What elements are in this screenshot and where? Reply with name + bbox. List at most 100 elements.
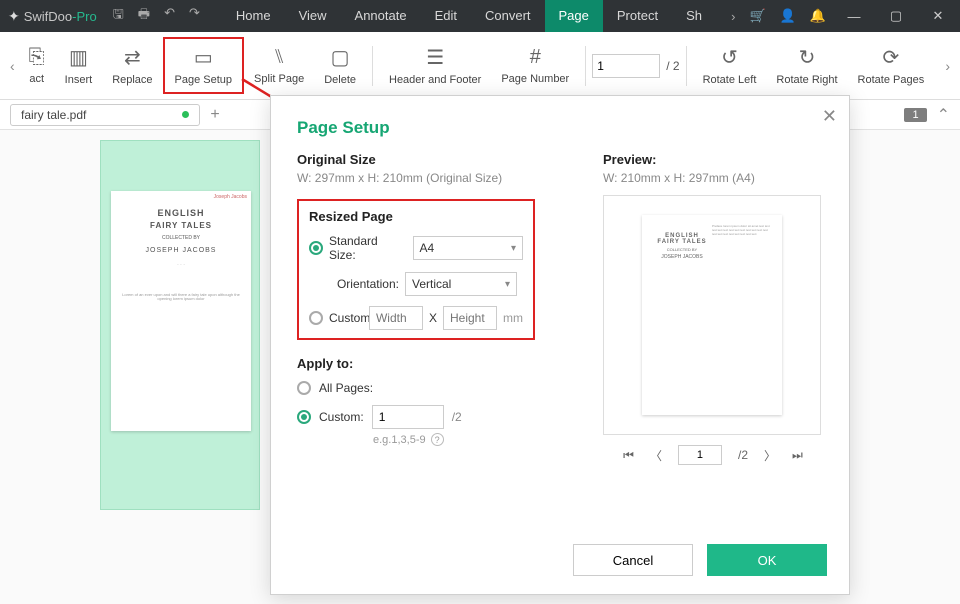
preview-page-total: /2 xyxy=(738,448,748,462)
custom-pages-input[interactable] xyxy=(372,405,444,429)
preview-nav: ⏮ 〈 /2 〉 ⏭ xyxy=(603,445,823,465)
file-tab[interactable]: fairy tale.pdf xyxy=(10,104,200,126)
rotate-right-button[interactable]: ↻Rotate Right xyxy=(766,39,847,92)
dimension-x: X xyxy=(429,311,437,325)
standard-size-label: Standard Size: xyxy=(329,234,407,262)
page-number-button[interactable]: #Page Number xyxy=(491,40,579,91)
rotate-left-button[interactable]: ↺Rotate Left xyxy=(693,39,767,92)
all-pages-label: All Pages: xyxy=(319,381,373,395)
preview-page: ENGLISH FAIRY TALES COLLECTED BY JOSEPH … xyxy=(642,215,782,415)
pages-hint: e.g.1,3,5-9 ? xyxy=(373,433,573,446)
preview-box: ENGLISH FAIRY TALES COLLECTED BY JOSEPH … xyxy=(603,195,821,435)
menu-share[interactable]: Sh xyxy=(672,0,716,32)
brand-text-1: SwifDoo xyxy=(24,9,72,24)
chevron-right-icon[interactable]: › xyxy=(731,9,735,24)
chevron-down-icon: ▾ xyxy=(511,243,516,254)
user-icon[interactable]: 👤 xyxy=(780,8,796,24)
menu-page[interactable]: Page xyxy=(545,0,603,32)
page-setup-button[interactable]: ▭Page Setup xyxy=(163,37,245,94)
page-number-icon: # xyxy=(530,46,541,69)
custom-height-input[interactable] xyxy=(443,306,497,330)
standard-size-select[interactable]: A4▾ xyxy=(413,236,524,260)
brand-text-2: -Pro xyxy=(72,9,97,24)
page-input[interactable] xyxy=(592,54,660,78)
page-badge: 1 xyxy=(904,108,926,122)
custom-size-label: Custom: xyxy=(329,311,363,325)
page-setup-dialog: ✕ Page Setup Original Size W: 297mm x H:… xyxy=(270,95,850,595)
print-icon[interactable]: 🖶 xyxy=(138,5,150,27)
add-tab-button[interactable]: + xyxy=(210,106,219,124)
menu-edit[interactable]: Edit xyxy=(421,0,471,32)
menu-home[interactable]: Home xyxy=(222,0,285,32)
custom-pages-total: /2 xyxy=(452,410,462,424)
page-thumbnail: Joseph Jacobs ENGLISH FAIRY TALES COLLEC… xyxy=(111,191,251,431)
menu-convert[interactable]: Convert xyxy=(471,0,545,32)
undo-icon[interactable]: ↶ xyxy=(164,5,175,27)
resized-page-heading: Resized Page xyxy=(309,209,523,224)
ribbon-next-icon[interactable]: › xyxy=(941,58,954,74)
app-logo: ✦ SwifDoo-Pro xyxy=(0,8,103,25)
orientation-select[interactable]: Vertical▾ xyxy=(405,272,517,296)
custom-size-radio[interactable] xyxy=(309,311,323,325)
first-page-icon[interactable]: ⏮ xyxy=(623,448,634,463)
titlebar: ✦ SwifDoo-Pro 🖫 🖶 ↶ ↷ Home View Annotate… xyxy=(0,0,960,32)
extract-icon: ⎘ xyxy=(29,46,45,69)
rotate-right-icon: ↻ xyxy=(799,45,816,70)
preview-heading: Preview: xyxy=(603,152,823,167)
standard-size-radio[interactable] xyxy=(309,241,323,255)
menu-annotate[interactable]: Annotate xyxy=(341,0,421,32)
replace-icon: ⇄ xyxy=(124,45,141,70)
replace-button[interactable]: ⇄Replace xyxy=(102,39,162,92)
minimize-button[interactable]: — xyxy=(840,9,868,24)
custom-pages-radio[interactable] xyxy=(297,410,311,424)
page-thumbnail-wrap[interactable]: Joseph Jacobs ENGLISH FAIRY TALES COLLEC… xyxy=(100,140,260,510)
redo-icon[interactable]: ↷ xyxy=(189,5,200,27)
split-page-button[interactable]: ⑊Split Page xyxy=(244,40,314,91)
delete-button[interactable]: ▢Delete xyxy=(314,39,366,92)
prev-page-icon[interactable]: 〈 xyxy=(650,447,662,464)
close-button[interactable]: ✕ xyxy=(924,8,952,24)
main-menu: Home View Annotate Edit Convert Page Pro… xyxy=(222,0,716,32)
next-page-icon[interactable]: 〉 xyxy=(764,447,776,464)
preview-size-value: W: 210mm x H: 297mm (A4) xyxy=(603,171,823,185)
insert-icon: ▥ xyxy=(69,45,88,70)
ok-button[interactable]: OK xyxy=(707,544,827,576)
help-icon[interactable]: ? xyxy=(431,433,444,446)
orientation-label: Orientation: xyxy=(329,277,399,291)
all-pages-radio[interactable] xyxy=(297,381,311,395)
resized-page-section: Resized Page Standard Size: A4▾ Orientat… xyxy=(297,199,535,340)
header-footer-button[interactable]: ☰Header and Footer xyxy=(379,39,491,92)
tabs-up-icon[interactable]: ⌃ xyxy=(937,105,950,125)
dialog-title: Page Setup xyxy=(297,118,823,138)
menu-view[interactable]: View xyxy=(285,0,341,32)
rotate-left-icon: ↺ xyxy=(721,45,738,70)
preview-page-input[interactable] xyxy=(678,445,722,465)
delete-icon: ▢ xyxy=(331,45,350,70)
cancel-button[interactable]: Cancel xyxy=(573,544,693,576)
insert-button[interactable]: ▥Insert xyxy=(55,39,103,92)
original-size-value: W: 297mm x H: 210mm (Original Size) xyxy=(297,171,573,185)
last-page-icon[interactable]: ⏭ xyxy=(792,448,803,463)
header-footer-icon: ☰ xyxy=(426,45,444,70)
rotate-pages-icon: ⟳ xyxy=(882,45,899,70)
maximize-button[interactable]: ▢ xyxy=(882,8,910,24)
menu-protect[interactable]: Protect xyxy=(603,0,672,32)
file-tab-label: fairy tale.pdf xyxy=(21,108,86,122)
ribbon-prev-icon[interactable]: ‹ xyxy=(6,58,19,74)
apply-to-heading: Apply to: xyxy=(297,356,573,371)
page-total: / 2 xyxy=(666,59,679,73)
custom-width-input[interactable] xyxy=(369,306,423,330)
unit-label: mm xyxy=(503,311,523,325)
ribbon: ‹ ⎘act ▥Insert ⇄Replace ▭Page Setup ⑊Spl… xyxy=(0,32,960,100)
rotate-pages-button[interactable]: ⟳Rotate Pages xyxy=(848,39,935,92)
bell-icon[interactable]: 🔔 xyxy=(810,8,826,24)
cart-icon[interactable]: 🛒 xyxy=(749,8,765,24)
original-size-heading: Original Size xyxy=(297,152,573,167)
save-icon[interactable]: 🖫 xyxy=(113,5,124,27)
dialog-close-button[interactable]: ✕ xyxy=(822,106,837,127)
extract-button[interactable]: ⎘act xyxy=(19,40,55,91)
page-setup-icon: ▭ xyxy=(194,45,213,70)
chevron-down-icon: ▾ xyxy=(505,279,510,290)
custom-pages-label: Custom: xyxy=(319,410,364,424)
logo-icon: ✦ xyxy=(8,8,20,25)
